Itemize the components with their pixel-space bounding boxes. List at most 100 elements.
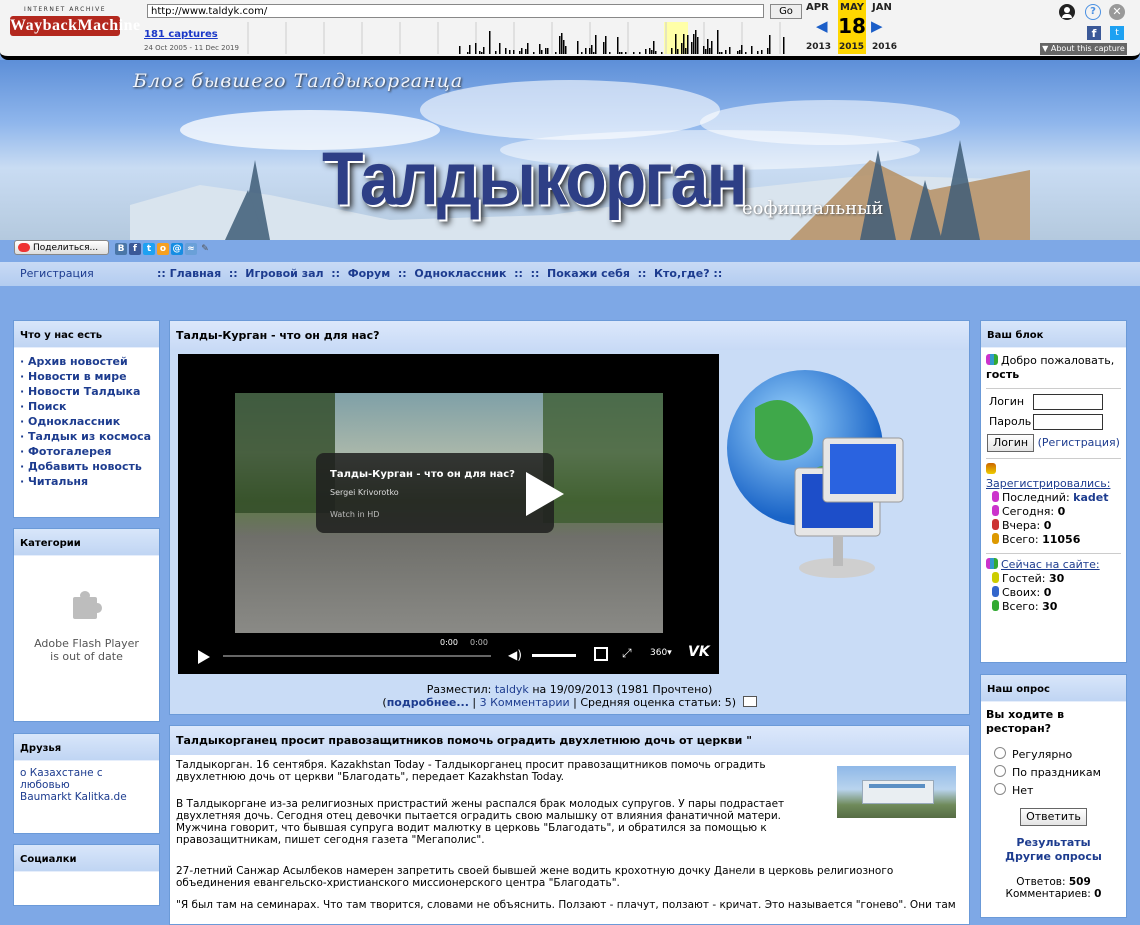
vote-button[interactable]: Ответить (1020, 808, 1087, 826)
next-year[interactable]: 2016 (872, 42, 897, 52)
url-input[interactable]: http://www.taldyk.com/ (147, 4, 764, 18)
video-title: Талды-Курган - что он для нас? (330, 469, 515, 480)
main-nav: Регистрация :: Главная :: Игровой зал ::… (0, 262, 1140, 286)
progress-bar[interactable] (223, 655, 491, 657)
play-big-icon[interactable] (522, 470, 566, 518)
blog-title: Блог бывшего Талдыкорганца (133, 70, 464, 92)
radio-button[interactable] (994, 765, 1006, 777)
prev-month[interactable]: APR (806, 2, 829, 13)
poll-option[interactable]: По праздникам (994, 764, 1121, 782)
users-icon (986, 354, 998, 365)
person-icon (992, 533, 999, 544)
captures-link[interactable]: 181 captures (144, 29, 218, 40)
odnoklassniki-icon[interactable]: o (157, 243, 169, 255)
next-arrow-icon[interactable]: ▶ (871, 17, 883, 35)
password-label: Пароль (989, 415, 1032, 428)
online-label[interactable]: Сейчас на сайте: (1001, 558, 1100, 571)
radio-button[interactable] (994, 747, 1006, 759)
poll-option-label: По праздникам (1012, 766, 1101, 779)
results-link[interactable]: Результаты (986, 836, 1121, 850)
volume-icon[interactable]: ◀) (508, 648, 522, 662)
quality-selector[interactable]: 360▾ (650, 648, 672, 658)
read-more-link[interactable]: подробнее... (387, 696, 469, 709)
video-author: Sergei Krivorotko (330, 488, 399, 497)
poll-question: Вы ходите в ресторан? (986, 708, 1065, 735)
volume-slider[interactable] (532, 654, 576, 657)
flash-line-2: is out of date (50, 650, 123, 663)
last-user-link[interactable]: kadet (1073, 491, 1108, 504)
menu-item[interactable]: · Поиск (20, 399, 153, 414)
menu-item[interactable]: · Добавить новость (20, 459, 153, 474)
capture-histogram[interactable] (244, 22, 800, 54)
person-icon (992, 572, 999, 583)
menu-item[interactable]: · Читальня (20, 474, 153, 489)
vk-icon[interactable]: B (115, 243, 127, 255)
video-player[interactable]: Талды-Курган - что он для нас? Sergei Kr… (178, 354, 719, 674)
share-button[interactable]: Поделиться... (14, 240, 109, 255)
menu-item[interactable]: · Новости в мире (20, 369, 153, 384)
register-link[interactable]: (Регистрация) (1038, 436, 1120, 449)
posted-date: на 19/09/2013 (1981 Прочтено) (532, 683, 713, 696)
article-paragraph: В Талдыкоргане из-за религиозных пристра… (176, 798, 785, 846)
prev-arrow-icon[interactable]: ◀ (816, 17, 828, 35)
nav-register-link[interactable]: Регистрация (20, 267, 94, 280)
login-input[interactable] (1033, 394, 1103, 410)
go-button[interactable]: Go (770, 4, 802, 19)
comments-row: Комментариев: 0 (986, 888, 1121, 900)
own-label: Своих: (1002, 586, 1041, 599)
wayback-logo[interactable]: INTERNET ARCHIVE WaybackMachine (10, 6, 140, 46)
close-icon[interactable]: ✕ (1109, 4, 1125, 20)
registered-label[interactable]: Зарегистрировались: (986, 477, 1121, 491)
poll-option[interactable]: Нет (994, 782, 1121, 800)
author-link[interactable]: taldyk (495, 683, 529, 696)
comments-label: Комментариев: (1005, 888, 1091, 900)
nav-links[interactable]: :: Главная :: Игровой зал :: Форум :: Од… (157, 267, 722, 280)
twitter-share-icon[interactable]: t (143, 243, 155, 255)
comments-link[interactable]: 3 Комментарии (480, 696, 570, 709)
friends-link[interactable]: Baumarkt Kalitka.de (20, 791, 153, 803)
guests-label: Гостей: (1002, 572, 1046, 585)
other-polls-link[interactable]: Другие опросы (986, 850, 1121, 864)
block-title: Что у нас есть (14, 321, 159, 348)
help-icon[interactable]: ? (1085, 4, 1101, 20)
facebook-icon[interactable]: f (1087, 26, 1101, 40)
person-icon (992, 505, 999, 516)
article-title[interactable]: Талдыкорганец просит правозащитников пом… (170, 726, 969, 755)
today-label: Сегодня: (1002, 505, 1055, 518)
poll-option[interactable]: Регулярно (994, 746, 1121, 764)
twitter-icon[interactable]: t (1110, 26, 1124, 40)
menu-item[interactable]: · Одноклассник (20, 414, 153, 429)
article-title[interactable]: Талды-Курган - что он для нас? (170, 321, 969, 350)
article-thumbnail[interactable] (837, 766, 956, 818)
login-button[interactable]: Логин (987, 434, 1035, 452)
vk-logo-icon[interactable]: VK (688, 644, 710, 660)
person-icon (992, 586, 999, 597)
article-meta: Разместил: taldyk на 19/09/2013 (1981 Пр… (170, 683, 969, 709)
friends-link[interactable]: о Казахстане с любовью (20, 767, 153, 791)
print-icon[interactable] (742, 696, 757, 707)
password-input[interactable] (1033, 414, 1103, 430)
radio-button[interactable] (994, 783, 1006, 795)
video-overlay[interactable]: Талды-Курган - что он для нас? Sergei Kr… (316, 453, 564, 533)
liveinternet-icon[interactable]: ≈ (185, 243, 197, 255)
facebook-share-icon[interactable]: f (129, 243, 141, 255)
play-icon[interactable] (198, 650, 210, 667)
menu-item[interactable]: · Архив новостей (20, 354, 153, 369)
menu-item[interactable]: · Новости Талдыка (20, 384, 153, 399)
posted-prefix: Разместил: (426, 683, 492, 696)
bookmark-icon[interactable]: ✎ (199, 243, 211, 255)
about-capture-link[interactable]: ▼ About this capture (1040, 43, 1127, 55)
mailru-icon[interactable]: @ (171, 243, 183, 255)
menu-item[interactable]: · Талдык из космоса (20, 429, 153, 444)
today-value: 0 (1057, 505, 1066, 518)
fullscreen-icon[interactable]: ⤢ (622, 646, 632, 661)
yesterday-value: 0 (1043, 519, 1052, 532)
pip-icon[interactable] (594, 647, 608, 661)
user-icon[interactable] (1059, 4, 1075, 20)
article-paragraph: 27-летний Санжар Асылбеков намерен запре… (176, 865, 894, 889)
menu-item[interactable]: · Фотогалерея (20, 444, 153, 459)
next-month[interactable]: JAN (872, 2, 892, 13)
prev-year[interactable]: 2013 (806, 42, 831, 52)
wayback-logo-top: INTERNET ARCHIVE (23, 6, 107, 13)
block-friends: Друзья о Казахстане с любовью Baumarkt K… (13, 733, 160, 834)
